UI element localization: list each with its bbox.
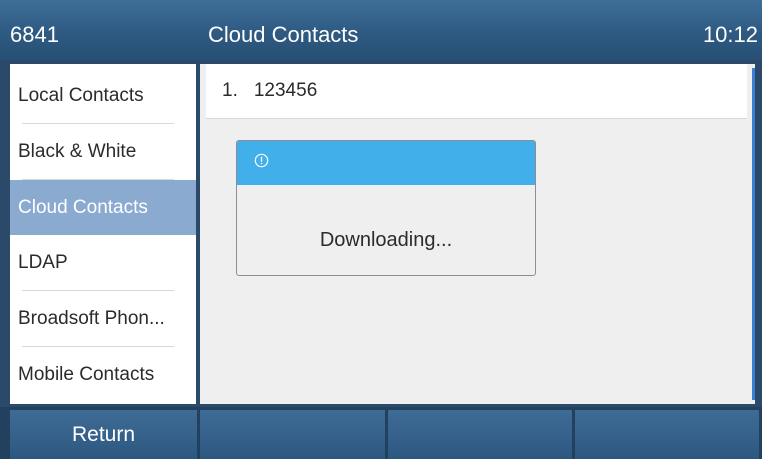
list-item-number: 123456 — [253, 80, 318, 101]
softkey-2[interactable] — [200, 410, 385, 459]
softkey-bar: Return — [0, 407, 762, 459]
list-item[interactable]: 1. 123456 — [206, 64, 747, 119]
sidebar-item-label: Broadsoft Phon... — [18, 307, 165, 329]
info-icon — [254, 153, 269, 168]
sidebar-item-label: Cloud Contacts — [18, 196, 148, 218]
sidebar-item-label: Black & White — [18, 140, 137, 162]
sidebar-item-mobile-contacts[interactable]: Mobile Contacts — [10, 347, 196, 402]
page-title: Cloud Contacts — [208, 22, 359, 47]
downloading-dialog: Downloading... — [236, 140, 536, 276]
dialog-message: Downloading... — [319, 229, 453, 251]
extension-number: 6841 — [10, 22, 59, 47]
sidebar-item-label: Local Contacts — [18, 84, 144, 106]
dialog-header — [237, 141, 535, 185]
softkey-label: Return — [71, 422, 136, 446]
title-bar: 6841 Cloud Contacts 10:12 — [0, 0, 762, 60]
sidebar-item-ldap[interactable]: LDAP — [10, 235, 196, 290]
sidebar-item-local-contacts[interactable]: Local Contacts — [10, 68, 196, 123]
list-item-index: 1. — [222, 80, 238, 101]
sidebar-item-label: LDAP — [18, 251, 68, 273]
softkey-3[interactable] — [388, 410, 572, 459]
sidebar-item-label: Mobile Contacts — [18, 363, 155, 385]
sidebar-item-broadsoft-phonebook[interactable]: Broadsoft Phon... — [10, 291, 196, 346]
sidebar-item-black-white[interactable]: Black & White — [10, 124, 196, 179]
sidebar-item-cloud-contacts[interactable]: Cloud Contacts — [10, 180, 196, 235]
softkey-4[interactable] — [575, 410, 759, 459]
scrollbar[interactable] — [752, 68, 755, 400]
sidebar: Local Contacts Black & White Cloud Conta… — [10, 64, 196, 404]
return-softkey[interactable]: Return — [10, 410, 197, 459]
clock: 10:12 — [702, 22, 758, 47]
